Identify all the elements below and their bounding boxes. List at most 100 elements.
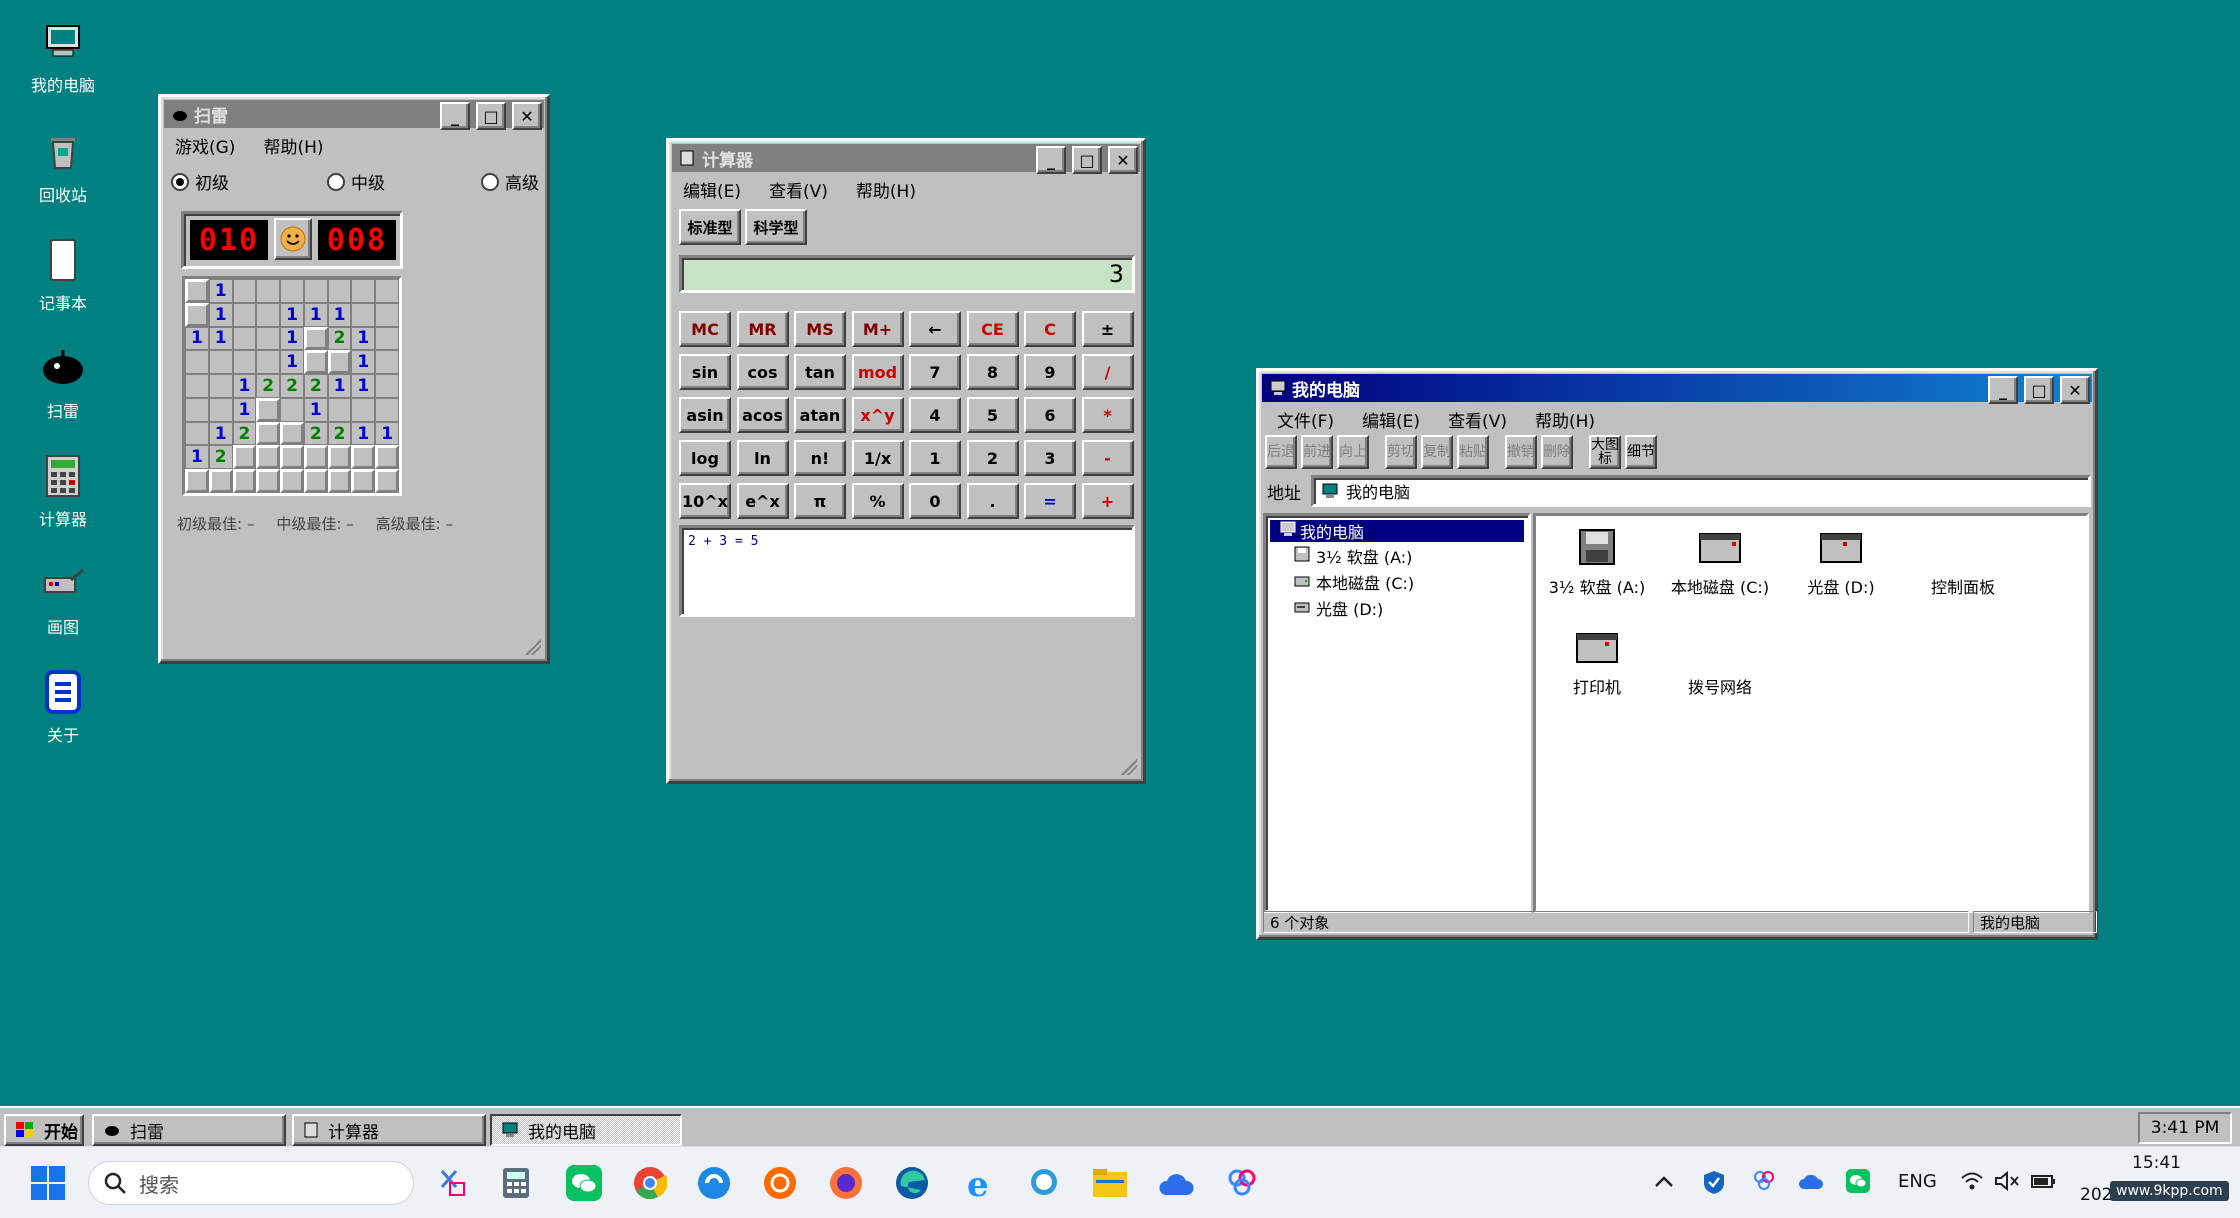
volume-muted-icon[interactable]	[1994, 1170, 2020, 1196]
mine-cell[interactable]	[303, 350, 328, 375]
calc-key[interactable]: mod	[851, 354, 904, 390]
calc-key[interactable]: π	[794, 483, 846, 519]
calc-key[interactable]: 2	[966, 440, 1019, 476]
mine-cell[interactable]: 1	[232, 374, 257, 398]
calc-key[interactable]: 5	[966, 397, 1019, 433]
mine-cell[interactable]: 2	[303, 374, 328, 398]
taskbar-date[interactable]: 202	[2080, 1185, 2112, 1205]
mine-cell[interactable]	[232, 326, 257, 351]
mine-cell[interactable]: 1	[208, 302, 233, 327]
calc-key[interactable]: =	[1024, 483, 1076, 519]
file-explorer-icon[interactable]	[1088, 1161, 1132, 1205]
calc-key[interactable]: MC	[679, 311, 731, 347]
minimize-button[interactable]: _	[440, 102, 470, 130]
ie-icon[interactable]: e	[956, 1161, 1000, 1205]
calc-key[interactable]: acos	[736, 397, 789, 433]
mine-cell[interactable]	[351, 279, 376, 303]
mine-cell[interactable]: 1	[351, 350, 376, 375]
calc-key[interactable]: 6	[1024, 397, 1076, 433]
mine-cell[interactable]: 2	[208, 445, 233, 470]
calc-key[interactable]: /	[1081, 354, 1134, 390]
mine-cell[interactable]	[327, 469, 352, 493]
mine-cell[interactable]	[185, 350, 209, 375]
radio-intermediate[interactable]: 中级	[327, 169, 385, 194]
mode-scientific-button[interactable]: 科学型	[745, 209, 807, 245]
mine-cell[interactable]	[208, 374, 233, 398]
desktop-icon-paint[interactable]: 画图	[18, 560, 108, 638]
calc-key[interactable]: atan	[794, 397, 846, 433]
desktop-icon-about[interactable]: 关于	[18, 668, 108, 746]
mine-cell[interactable]	[256, 350, 281, 375]
radio-beginner[interactable]: 初级	[171, 169, 229, 194]
delete-button[interactable]: 删除	[1541, 435, 1573, 469]
paste-button[interactable]: 粘贴	[1457, 435, 1489, 469]
mine-cell[interactable]	[185, 397, 209, 422]
start-button[interactable]: 开始	[4, 1114, 84, 1146]
desktop-icon-calculator[interactable]: 计算器	[18, 452, 108, 530]
tree-item-floppy[interactable]: 3½ 软盘 (A:)	[1294, 544, 1528, 568]
edge-icon[interactable]	[890, 1161, 934, 1205]
item-local-disk[interactable]: 本地磁盘 (C:)	[1662, 528, 1778, 598]
forward-button[interactable]: 前进	[1301, 435, 1333, 469]
battery-icon[interactable]	[2030, 1171, 2058, 1196]
mine-cell[interactable]	[351, 302, 376, 327]
mine-cell[interactable]: 1	[351, 374, 376, 398]
desktop-icon-recycle-bin[interactable]: 回收站	[18, 128, 108, 206]
address-bar[interactable]: 我的电脑	[1311, 475, 2091, 507]
firefox-icon[interactable]	[824, 1161, 868, 1205]
taskbar-time[interactable]: 15:41	[2132, 1153, 2181, 1173]
search-box[interactable]: 搜索	[88, 1161, 414, 1205]
menu-file[interactable]: 文件(F)	[1273, 405, 1338, 434]
resize-grip[interactable]	[525, 639, 541, 655]
minimize-button[interactable]: _	[1036, 146, 1066, 174]
large-icons-button[interactable]: 大图标	[1589, 435, 1621, 469]
mine-cell[interactable]	[303, 326, 328, 351]
copy-button[interactable]: 复制	[1421, 435, 1453, 469]
mine-cell[interactable]: 1	[327, 374, 352, 398]
mine-cell[interactable]	[185, 374, 209, 398]
calc-key[interactable]: x^y	[851, 397, 904, 433]
mine-cell[interactable]	[256, 445, 281, 470]
desktop-icon-minesweeper[interactable]: 扫雷	[18, 344, 108, 422]
calc-key[interactable]: sin	[679, 354, 731, 390]
mine-cell[interactable]	[303, 445, 328, 470]
mode-standard-button[interactable]: 标准型	[679, 209, 741, 245]
minesweeper-titlebar[interactable]: 扫雷 _ □ ✕	[164, 100, 544, 130]
mine-cell[interactable]	[256, 279, 281, 303]
menu-help[interactable]: 帮助(H)	[852, 175, 920, 204]
tree-item-local-disk[interactable]: 本地磁盘 (C:)	[1294, 570, 1528, 594]
mine-cell[interactable]	[375, 469, 399, 493]
up-button[interactable]: 向上	[1337, 435, 1369, 469]
tree-item-my-computer[interactable]: 我的电脑	[1270, 520, 1524, 542]
close-button[interactable]: ✕	[2060, 376, 2090, 404]
calc-key[interactable]: 9	[1024, 354, 1076, 390]
calc-key[interactable]: 1	[909, 440, 961, 476]
maximize-button[interactable]: □	[2024, 376, 2054, 404]
mine-cell[interactable]: 1	[280, 350, 304, 375]
mine-cell[interactable]	[375, 302, 399, 327]
wifi-icon[interactable]	[1960, 1171, 1984, 1196]
maximize-button[interactable]: □	[476, 102, 506, 130]
shield-icon[interactable]	[1702, 1169, 1726, 1200]
calc-key[interactable]: MR	[736, 311, 789, 347]
start-icon[interactable]	[26, 1161, 70, 1205]
tray-app-icon[interactable]	[1752, 1169, 1776, 1198]
mine-cell[interactable]: 1	[185, 445, 209, 470]
mine-cell[interactable]	[375, 350, 399, 375]
mine-cell[interactable]	[280, 421, 304, 446]
calc-key[interactable]: cos	[736, 354, 789, 390]
item-printer[interactable]: 打印机	[1542, 628, 1652, 698]
mine-cell[interactable]	[375, 279, 399, 303]
language-indicator[interactable]: ENG	[1898, 1171, 1937, 1192]
mine-cell[interactable]: 2	[327, 326, 352, 351]
mine-cell[interactable]	[185, 469, 209, 493]
menu-game[interactable]: 游戏(G)	[171, 131, 239, 160]
mine-cell[interactable]	[185, 279, 209, 303]
cut-button[interactable]: 剪切	[1385, 435, 1417, 469]
calc-key[interactable]: 1/x	[851, 440, 904, 476]
mine-cell[interactable]	[256, 326, 281, 351]
calc-key[interactable]: tan	[794, 354, 846, 390]
calc-key[interactable]: %	[851, 483, 904, 519]
resize-grip[interactable]	[1121, 759, 1137, 775]
calc-key[interactable]: CE	[966, 311, 1019, 347]
